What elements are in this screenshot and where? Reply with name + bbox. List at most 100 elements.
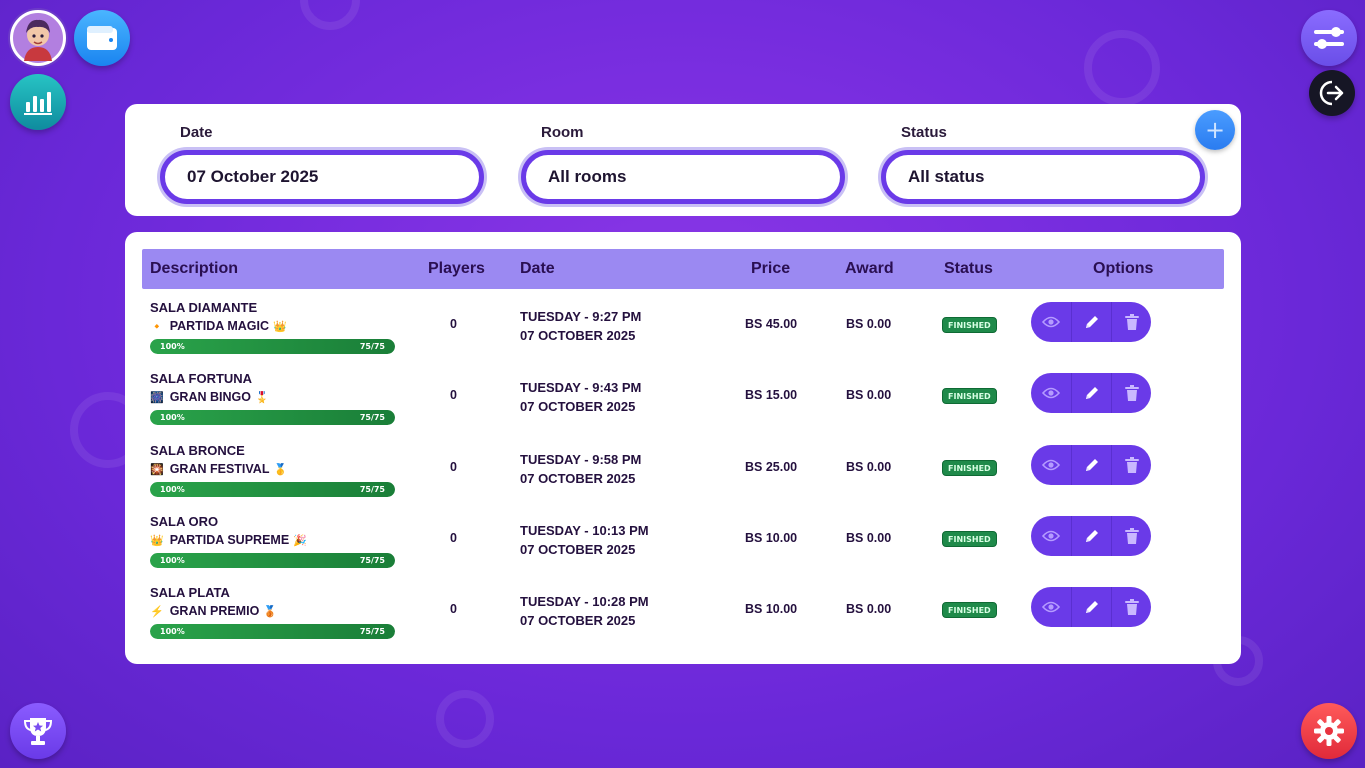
wallet-button[interactable] xyxy=(74,10,130,66)
date-filter: Date 07 October 2025 xyxy=(160,124,484,204)
game-day-time: TUESDAY - 9:27 PM xyxy=(520,309,642,324)
eye-icon xyxy=(1042,459,1060,471)
trash-icon xyxy=(1124,385,1139,401)
pencil-icon xyxy=(1085,387,1098,399)
game-name: 🔸 PARTIDA MAGIC 👑 xyxy=(150,319,287,333)
progress-percent: 100% xyxy=(160,627,185,636)
settings-button[interactable] xyxy=(1301,703,1357,759)
game-day-time: TUESDAY - 10:28 PM xyxy=(520,594,649,609)
progress-count: 75/75 xyxy=(359,485,385,494)
players-count: 0 xyxy=(450,602,457,616)
game-datetime: TUESDAY - 10:13 PM 07 OCTOBER 2025 xyxy=(520,521,649,559)
trash-icon xyxy=(1124,457,1139,473)
row-options xyxy=(1031,302,1151,342)
room-filter-label: Room xyxy=(541,124,584,141)
room-name: SALA BRONCE xyxy=(150,443,245,458)
edit-button[interactable] xyxy=(1071,373,1111,413)
column-options: Options xyxy=(1093,260,1154,277)
table-row: SALA DIAMANTE 🔸 PARTIDA MAGIC 👑 100% 75/75… xyxy=(142,300,1224,364)
progress-count: 75/75 xyxy=(359,413,385,422)
eye-icon xyxy=(1042,316,1060,328)
progress-bar: 100% 75/75 xyxy=(150,482,395,497)
game-date: 07 OCTOBER 2025 xyxy=(520,613,636,628)
status-badge: FINISHED xyxy=(942,602,997,618)
view-button[interactable] xyxy=(1031,516,1071,556)
delete-button[interactable] xyxy=(1111,516,1151,556)
pencil-icon xyxy=(1085,530,1098,542)
progress-bar: 100% 75/75 xyxy=(150,553,395,568)
view-button[interactable] xyxy=(1031,373,1071,413)
trophy-button[interactable] xyxy=(10,703,66,759)
table-row: SALA FORTUNA 🎆 GRAN BINGO 🎖️ 100% 75/75 0 … xyxy=(142,371,1224,435)
progress-bar-fill xyxy=(150,410,395,425)
game-title: GRAN PREMIO xyxy=(169,604,260,618)
status-badge: FINISHED xyxy=(942,317,997,333)
game-datetime: TUESDAY - 9:58 PM 07 OCTOBER 2025 xyxy=(520,450,641,488)
game-badge-icon: 🎖️ xyxy=(254,392,269,404)
progress-percent: 100% xyxy=(160,556,185,565)
trash-icon xyxy=(1124,528,1139,544)
progress-bar: 100% 75/75 xyxy=(150,339,395,354)
players-count: 0 xyxy=(450,388,457,402)
status-badge: FINISHED xyxy=(942,460,997,476)
progress-bar-fill xyxy=(150,339,395,354)
edit-button[interactable] xyxy=(1071,587,1111,627)
column-date: Date xyxy=(520,260,555,277)
row-options xyxy=(1031,373,1151,413)
column-players: Players xyxy=(428,260,485,277)
gear-icon xyxy=(1314,716,1344,746)
game-icon: ⚡ xyxy=(150,606,164,618)
game-title: PARTIDA SUPREME xyxy=(169,533,290,547)
view-button[interactable] xyxy=(1031,587,1071,627)
room-name: SALA FORTUNA xyxy=(150,371,253,386)
delete-button[interactable] xyxy=(1111,445,1151,485)
edit-button[interactable] xyxy=(1071,445,1111,485)
edit-button[interactable] xyxy=(1071,516,1111,556)
delete-button[interactable] xyxy=(1111,373,1151,413)
view-button[interactable] xyxy=(1031,445,1071,485)
table-row: SALA PLATA ⚡ GRAN PREMIO 🥉 100% 75/75 0 TU… xyxy=(142,585,1224,649)
column-price: Price xyxy=(751,260,791,277)
pencil-icon xyxy=(1085,601,1098,613)
game-name: 👑 PARTIDA SUPREME 🎉 xyxy=(150,533,307,547)
row-options xyxy=(1031,516,1151,556)
delete-button[interactable] xyxy=(1111,587,1151,627)
game-title: GRAN BINGO xyxy=(169,390,251,404)
trophy-icon xyxy=(23,718,53,745)
logout-button[interactable] xyxy=(1309,70,1355,116)
user-avatar[interactable] xyxy=(10,10,66,66)
background-circle xyxy=(1084,30,1160,106)
game-date: 07 OCTOBER 2025 xyxy=(520,471,636,486)
column-description: Description xyxy=(150,260,239,277)
game-price: BS 15.00 xyxy=(745,388,798,402)
progress-bar-fill xyxy=(150,624,395,639)
game-icon: 🔸 xyxy=(150,321,164,333)
add-game-button[interactable]: + xyxy=(1195,110,1235,150)
progress-count: 75/75 xyxy=(359,556,385,565)
delete-button[interactable] xyxy=(1111,302,1151,342)
game-award: BS 0.00 xyxy=(846,317,892,331)
table-header: Description Players Date Price Award Sta… xyxy=(142,249,1224,289)
game-award: BS 0.00 xyxy=(846,460,892,474)
date-filter-input[interactable]: 07 October 2025 xyxy=(160,150,484,204)
trash-icon xyxy=(1124,599,1139,615)
bar-chart-icon xyxy=(24,92,52,115)
game-date: 07 OCTOBER 2025 xyxy=(520,328,636,343)
room-filter-select[interactable]: All rooms xyxy=(521,150,845,204)
status-badge: FINISHED xyxy=(942,388,997,404)
progress-bar: 100% 75/75 xyxy=(150,624,395,639)
progress-percent: 100% xyxy=(160,485,185,494)
view-button[interactable] xyxy=(1031,302,1071,342)
stats-button[interactable] xyxy=(10,74,66,130)
status-filter-label: Status xyxy=(901,124,947,141)
game-day-time: TUESDAY - 9:58 PM xyxy=(520,452,642,467)
status-badge: FINISHED xyxy=(942,531,997,547)
filter-toggle-button[interactable] xyxy=(1301,10,1357,66)
game-price: BS 45.00 xyxy=(745,317,798,331)
edit-button[interactable] xyxy=(1071,302,1111,342)
pencil-icon xyxy=(1085,459,1098,471)
status-filter-select[interactable]: All status xyxy=(881,150,1205,204)
table-row: SALA ORO 👑 PARTIDA SUPREME 🎉 100% 75/75 0 … xyxy=(142,514,1224,578)
game-badge-icon: 🎉 xyxy=(293,535,307,547)
game-datetime: TUESDAY - 9:43 PM 07 OCTOBER 2025 xyxy=(520,378,641,416)
